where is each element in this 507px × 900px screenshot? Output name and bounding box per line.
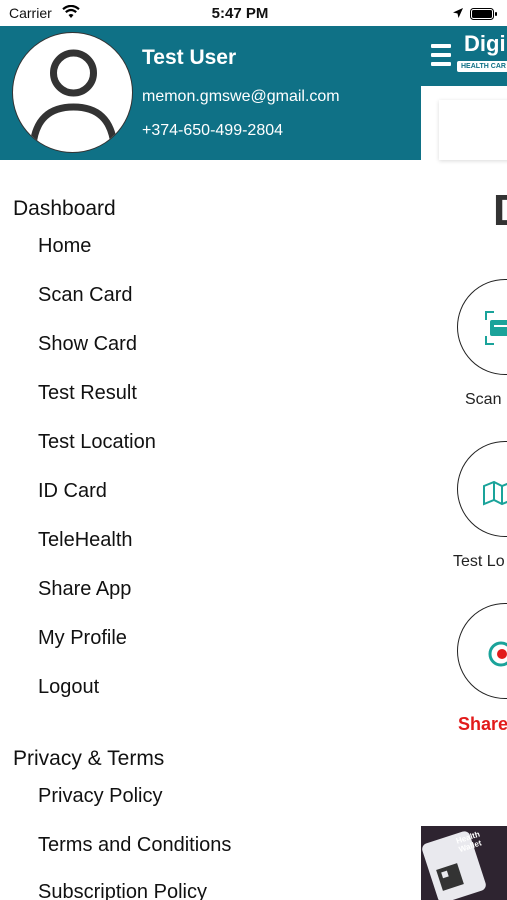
menu-item-telehealth[interactable]: TeleHealth <box>38 529 133 552</box>
share-tile-label: Share <box>458 714 507 734</box>
app-heading-fragment: D <box>493 186 507 236</box>
hamburger-menu-icon[interactable] <box>431 44 451 66</box>
location-arrow-icon <box>452 6 464 24</box>
menu-item-my-profile[interactable]: My Profile <box>38 627 127 650</box>
scan-card-tile[interactable] <box>457 279 507 375</box>
menu-item-scan-card[interactable]: Scan Card <box>38 284 133 307</box>
menu-item-id-card[interactable]: ID Card <box>38 480 107 503</box>
test-location-tile[interactable] <box>457 441 507 537</box>
app-logo-text: Digi <box>464 31 506 56</box>
profile-email: memon.gmswe@gmail.com <box>142 88 340 105</box>
app-background: Digi HEALTH CAR D Scan Test Lo Share <box>421 0 507 900</box>
menu-item-show-card[interactable]: Show Card <box>38 333 137 356</box>
scan-card-icon <box>485 311 507 345</box>
battery-icon <box>470 7 498 20</box>
app-header: Digi HEALTH CAR <box>421 26 507 86</box>
app-logo-subtext: HEALTH CAR <box>457 61 507 72</box>
profile-header: Test User memon.gmswe@gmail.com +374-650… <box>0 26 421 160</box>
navigation-drawer: Test User memon.gmswe@gmail.com +374-650… <box>0 0 421 900</box>
menu-item-subscription-policy[interactable]: Subscription Policy <box>38 881 207 900</box>
menu-item-logout[interactable]: Logout <box>38 676 99 699</box>
share-tile[interactable] <box>457 603 507 699</box>
app-card <box>439 100 507 160</box>
menu-item-test-location[interactable]: Test Location <box>38 431 156 454</box>
status-bar: Carrier 5:47 PM <box>0 0 507 26</box>
user-avatar-icon[interactable] <box>12 32 133 153</box>
menu-item-home[interactable]: Home <box>38 235 91 258</box>
share-icon <box>488 641 507 667</box>
test-location-tile-label: Test Lo <box>453 553 505 570</box>
health-wallet-banner[interactable]: Health Wallet <box>421 826 507 900</box>
profile-phone: +374-650-499-2804 <box>142 122 284 139</box>
section-title-privacy-terms: Privacy & Terms <box>13 747 165 770</box>
menu-item-share-app[interactable]: Share App <box>38 578 131 601</box>
menu-item-privacy-policy[interactable]: Privacy Policy <box>38 785 162 808</box>
status-time: 5:47 PM <box>211 5 269 22</box>
scan-tile-label: Scan <box>465 391 502 408</box>
menu-item-test-result[interactable]: Test Result <box>38 382 137 405</box>
section-title-dashboard: Dashboard <box>13 197 116 220</box>
profile-name: Test User <box>142 46 237 69</box>
menu-item-terms-and-conditions[interactable]: Terms and Conditions <box>38 834 231 857</box>
map-icon <box>483 480 507 506</box>
